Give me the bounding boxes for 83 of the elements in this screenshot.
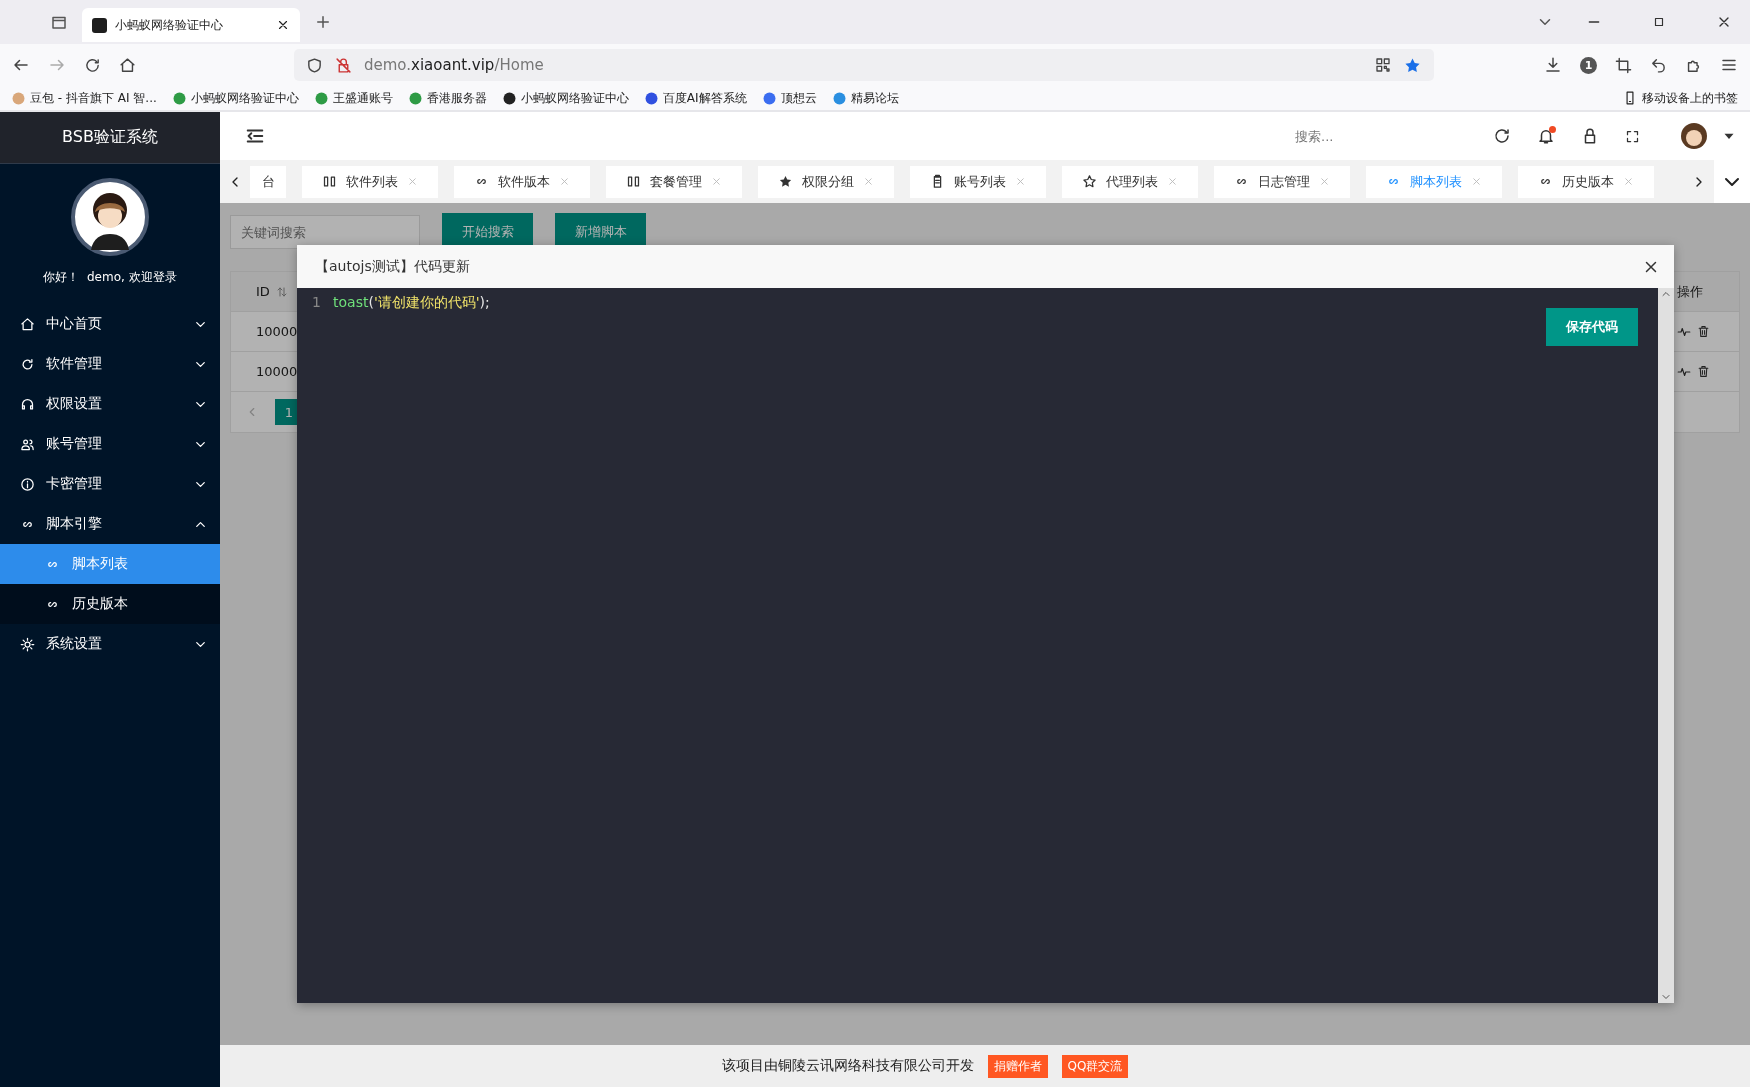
bookmark-star-icon[interactable]: [1403, 55, 1422, 75]
cycle-icon: [20, 356, 35, 372]
mobile-bookmarks[interactable]: 移动设备上的书签: [1623, 89, 1738, 107]
fullscreen-icon[interactable]: [1625, 128, 1640, 144]
sort-icon[interactable]: [275, 285, 288, 298]
reload-icon[interactable]: [84, 56, 101, 74]
menu-item[interactable]: 账号管理: [0, 424, 220, 464]
columns-icon: [322, 174, 337, 189]
home-icon: [20, 316, 35, 332]
browser-tab[interactable]: 小蚂蚁网络验证中心: [82, 8, 300, 42]
page-tab[interactable]: 软件版本: [454, 165, 590, 198]
column-header: 操作: [1676, 282, 1704, 301]
menu-item[interactable]: 卡密管理: [0, 464, 220, 504]
user-avatar[interactable]: [1680, 122, 1708, 150]
submenu-item[interactable]: 历史版本: [0, 584, 220, 624]
code-line: toast('请创建你的代码');: [333, 294, 490, 312]
page-tab[interactable]: 套餐管理: [606, 165, 742, 198]
bookmark[interactable]: 豆包 - 抖音旗下 AI 智...: [12, 89, 157, 107]
download-icon[interactable]: [1544, 56, 1562, 74]
columns-icon: [626, 174, 641, 189]
star-icon: [778, 174, 793, 189]
bookmark-icon: [408, 91, 422, 105]
address-bar[interactable]: demo.xiaoant.vip/Home: [294, 49, 1434, 81]
menu-item[interactable]: 权限设置: [0, 384, 220, 424]
home-icon[interactable]: [119, 56, 136, 74]
bookmark[interactable]: 精易论坛: [832, 89, 899, 107]
line-number: 1: [311, 294, 321, 312]
menu-item[interactable]: 系统设置: [0, 624, 220, 664]
users-icon: [20, 436, 35, 452]
bookmark[interactable]: 小蚂蚁网络验证中心: [172, 89, 299, 107]
table-cell-text: 10000: [255, 364, 298, 379]
insecure-lock-icon: [335, 56, 352, 74]
dialog-title: 【autojs测试】代码更新: [315, 257, 470, 276]
app-title: BSB验证系统: [0, 112, 220, 164]
settings-icon: [20, 636, 35, 652]
bookmark-icon: [12, 91, 25, 105]
bookmark-icon: [644, 91, 658, 105]
menu-item[interactable]: 软件管理: [0, 344, 220, 384]
keyword-field[interactable]: 关键词搜索: [230, 215, 420, 249]
page-tab[interactable]: 软件列表: [302, 165, 438, 198]
bookmark[interactable]: 香港服务器: [408, 89, 487, 107]
menu-item[interactable]: 中心首页: [0, 304, 220, 344]
menu-item[interactable]: 脚本引擎: [0, 504, 220, 544]
bookmark-icon: [762, 91, 776, 105]
bookmark[interactable]: 王盛通账号: [314, 89, 393, 107]
notification-icon[interactable]: [1537, 127, 1555, 145]
delete-icon[interactable]: [1697, 324, 1710, 338]
bookmark-icon: [502, 91, 516, 105]
page-tab[interactable]: 账号列表: [910, 165, 1046, 198]
shield-icon: [306, 56, 323, 74]
footer-text: 该项目由铜陵云讯网络科技有限公司开发: [721, 1057, 974, 1075]
new-tab-icon[interactable]: [314, 13, 332, 31]
qr-code-icon[interactable]: [1375, 57, 1391, 73]
undo-icon[interactable]: [1650, 56, 1667, 74]
page-tab[interactable]: 权限分组: [758, 165, 894, 198]
bookmark[interactable]: 百度AI解答系统: [644, 89, 747, 107]
info-icon: [20, 476, 35, 492]
close-icon[interactable]: [276, 18, 290, 32]
code-editor[interactable]: 1 toast('请创建你的代码'); 保存代码: [297, 288, 1674, 1003]
page-tab[interactable]: 历史版本: [1518, 165, 1654, 198]
bookmark-icon: [172, 91, 186, 105]
table-cell-text: 10000: [255, 324, 298, 339]
crop-icon[interactable]: [1615, 56, 1632, 74]
site-logo-icon: [92, 17, 107, 33]
greeting: 你好！ demo, 欢迎登录: [42, 269, 178, 286]
headset-icon: [20, 396, 35, 412]
bookmark-icon: [832, 91, 846, 105]
star-icon: [1082, 174, 1097, 189]
bookmark-icon: [314, 91, 328, 105]
bookmark[interactable]: 顶想云: [762, 89, 817, 107]
extension-count[interactable]: 1: [1580, 56, 1597, 74]
page-tab[interactable]: 日志管理: [1214, 165, 1350, 198]
tabs-menu-button[interactable]: [1714, 160, 1750, 203]
column-header: ID: [255, 284, 270, 299]
page-tab[interactable]: 代理列表: [1062, 165, 1198, 198]
bell-icon: [1537, 127, 1555, 145]
maximize-icon[interactable]: [1652, 15, 1666, 29]
page-tab[interactable]: 台: [250, 165, 286, 198]
save-code-button[interactable]: 保存代码: [1546, 308, 1638, 346]
delete-icon[interactable]: [1697, 364, 1710, 378]
phone-icon: [1623, 91, 1637, 105]
refresh-icon[interactable]: [1493, 127, 1511, 145]
bookmark[interactable]: 小蚂蚁网络验证中心: [502, 89, 629, 107]
